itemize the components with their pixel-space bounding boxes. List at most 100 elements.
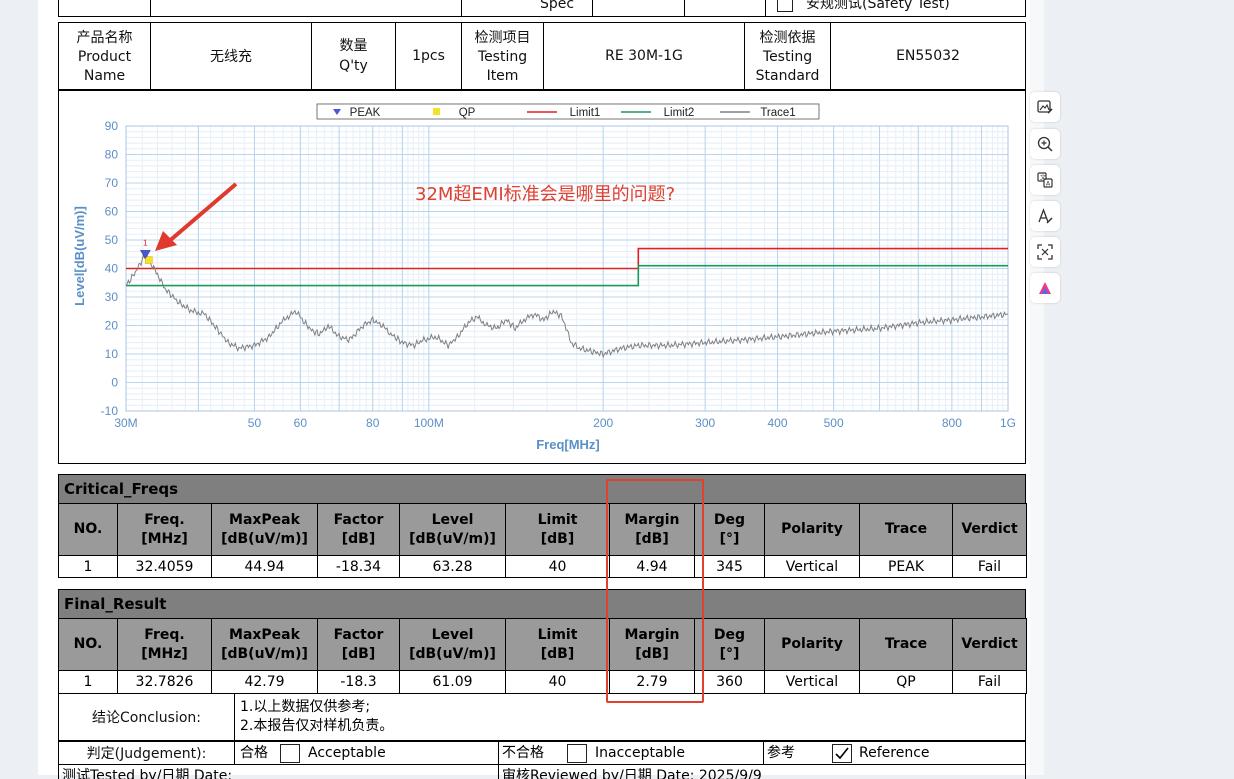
- x-tick-label: 80: [366, 416, 380, 430]
- data-cell: 42.79: [211, 670, 318, 694]
- header-cell: Freq. [MHz]: [117, 618, 212, 671]
- data-cell: PEAK: [859, 555, 953, 578]
- image-edit-icon: [1037, 100, 1053, 114]
- translate-icon: 文A: [1037, 172, 1053, 188]
- y-axis-label: Level[dB(uV/m)]: [72, 206, 87, 306]
- peak-marker-label: 1: [143, 238, 148, 247]
- x-tick-label: 500: [824, 416, 844, 430]
- legend-qp-symbol: [433, 108, 440, 115]
- header-cell: Factor [dB]: [317, 503, 400, 556]
- x-tick-label: 200: [593, 416, 613, 430]
- x-tick-label: 60: [294, 416, 308, 430]
- reference-checkbox[interactable]: [832, 744, 852, 763]
- y-tick-label: 90: [105, 119, 119, 133]
- emi-chart-svg: 1 -10010203040506070809030M 50 60 80 100M 200…: [72, 103, 1016, 452]
- header-cell: Limit [dB]: [505, 503, 610, 556]
- inacceptable-en: Inacceptable: [595, 745, 685, 761]
- testing-standard-value: EN55032: [896, 48, 960, 64]
- y-tick-label: 70: [105, 176, 119, 190]
- acrobat-ai-button[interactable]: [1030, 273, 1060, 303]
- quantity-value: 1pcs: [412, 48, 445, 64]
- data-cell: Vertical: [764, 555, 860, 578]
- header-cell: Freq. [MHz]: [117, 503, 212, 556]
- translate-button[interactable]: 文A: [1030, 165, 1060, 195]
- chart-annotation: 32M超EMI标准会是哪里的问题?: [415, 184, 675, 205]
- product-name-label: 产品名称 Product Name: [76, 29, 133, 84]
- reviewed-by: 审核Reviewed by/日期 Date: 2025/9/9: [502, 768, 762, 779]
- x-axis-label: Freq[MHz]: [536, 437, 600, 452]
- emi-chart: 1 -10 0 10 20 30 40 50 60 70 80 90 30M 50 60 80 100M 200…: [58, 90, 1026, 464]
- legend-label: PEAK: [350, 107, 381, 119]
- reference-en: Reference: [859, 745, 930, 761]
- safety-label: 安规测试(Safety Test): [806, 0, 950, 12]
- testing-item-value: RE 30M-1G: [605, 48, 683, 64]
- x-tick-label: 300: [695, 416, 715, 430]
- header-cell: Limit [dB]: [505, 618, 610, 671]
- data-cell: 40: [505, 670, 610, 694]
- testing-item-label: 检测项目 Testing Item: [474, 29, 531, 84]
- final-result-title: Final_Result: [58, 589, 1026, 619]
- scan-button[interactable]: [1030, 237, 1060, 267]
- quantity-label: 数量 Q'ty: [339, 38, 368, 74]
- spec-label: Spec: [539, 0, 575, 12]
- legend-label: Limit2: [664, 107, 695, 119]
- header-cell: NO.: [58, 503, 118, 556]
- image-edit-button[interactable]: [1030, 92, 1060, 122]
- product-name-value: 无线充: [210, 49, 252, 65]
- y-tick-label: 40: [105, 262, 119, 276]
- qp-marker: [145, 256, 153, 264]
- header-cell: NO.: [58, 618, 118, 671]
- y-tick-label: 80: [105, 148, 119, 162]
- judgement-label: 判定(Judgement):: [86, 746, 207, 762]
- acceptable-en: Acceptable: [308, 745, 386, 761]
- header-cell: Level [dB(uV/m)]: [399, 503, 506, 556]
- text-style-button[interactable]: [1030, 201, 1060, 231]
- zoom-in-icon: [1037, 136, 1053, 152]
- legend-label: Limit1: [570, 107, 601, 119]
- x-tick-label: 1G: [1000, 416, 1016, 430]
- data-cell: 360: [694, 670, 765, 694]
- data-cell: Fail: [952, 555, 1027, 578]
- acceptable-cn: 合格: [240, 745, 268, 761]
- tested-by: 测试Tested by/日期 Date:: [62, 768, 233, 779]
- x-tick-label: 400: [768, 416, 788, 430]
- header-cell: Deg [°]: [694, 618, 765, 671]
- inacceptable-checkbox[interactable]: [567, 744, 587, 763]
- text-style-icon: [1038, 208, 1053, 224]
- legend-label: QP: [459, 107, 476, 119]
- data-cell: 1: [58, 555, 118, 578]
- x-tick-label: 100M: [414, 416, 444, 430]
- reference-cn: 参考: [767, 745, 795, 761]
- header-cell: Deg [°]: [694, 503, 765, 556]
- data-cell: -18.3: [317, 670, 400, 694]
- signature-row: 测试Tested by/日期 Date: 审核Reviewed by/日期 Da…: [58, 765, 1026, 779]
- y-tick-label: 0: [111, 376, 118, 390]
- data-cell: 40: [505, 555, 610, 578]
- header-cell: MaxPeak [dB(uV/m)]: [211, 618, 318, 671]
- acrobat-ai-icon: [1039, 282, 1051, 294]
- critical-freqs-title: Critical_Freqs: [58, 474, 1026, 504]
- margin-highlight-box: [606, 479, 704, 703]
- zoom-in-button[interactable]: [1030, 129, 1060, 159]
- x-tick-label: 30M: [114, 416, 137, 430]
- y-tick-label: 30: [105, 290, 119, 304]
- x-tick-label: 50: [248, 416, 262, 430]
- header-cell: Trace: [859, 618, 953, 671]
- conclusion-row: 结论Conclusion: 1.以上数据仅供参考; 2.本报告仅对样机负责。: [58, 693, 1026, 741]
- checkmark-icon: [835, 747, 849, 760]
- data-cell: 63.28: [399, 555, 506, 578]
- header-cell: Polarity: [764, 618, 860, 671]
- conclusion-line-1: 1.以上数据仅供参考;: [240, 699, 371, 715]
- header-cell: MaxPeak [dB(uV/m)]: [211, 503, 318, 556]
- header-cell: Trace: [859, 503, 953, 556]
- safety-checkbox[interactable]: [777, 0, 793, 12]
- inacceptable-cn: 不合格: [502, 745, 544, 761]
- header-cell: Verdict: [952, 503, 1027, 556]
- header-cell: Factor [dB]: [317, 618, 400, 671]
- legend-label: Trace1: [760, 107, 795, 119]
- acceptable-checkbox[interactable]: [280, 744, 300, 763]
- data-cell: 32.7826: [117, 670, 212, 694]
- conclusion-label: 结论Conclusion:: [91, 709, 201, 726]
- x-tick-label: 800: [942, 416, 962, 430]
- judgement-row: 判定(Judgement): 合格 Acceptable 不合格 Inaccep…: [58, 741, 1026, 765]
